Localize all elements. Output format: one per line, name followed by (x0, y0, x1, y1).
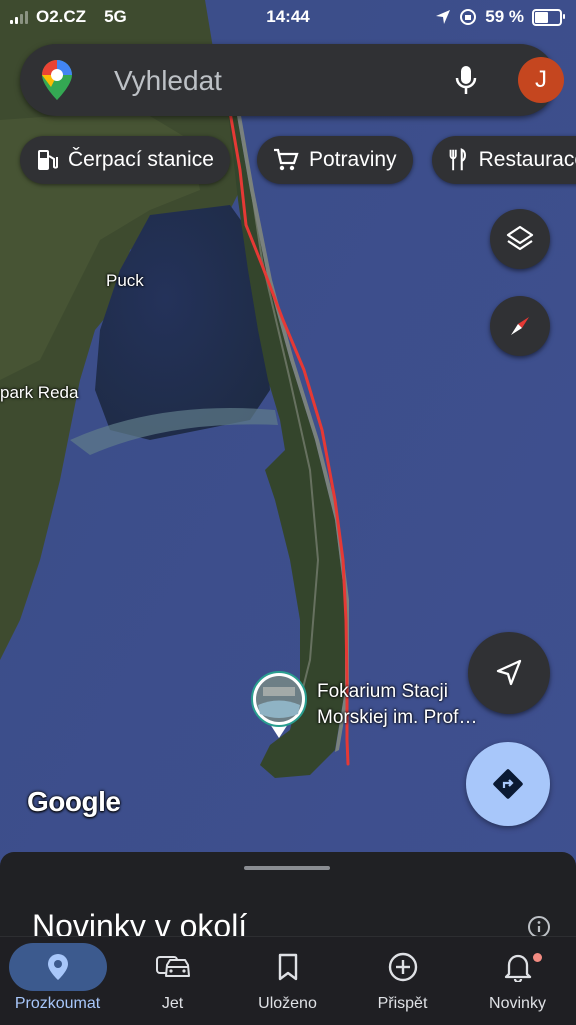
chip-label: Čerpací stanice (68, 148, 214, 171)
nav-explore[interactable]: Prozkoumat (0, 937, 115, 1025)
nav-saved[interactable]: Uloženo (230, 937, 345, 1025)
search-bar[interactable]: J (20, 44, 564, 116)
directions-button[interactable] (466, 742, 550, 826)
compass-button[interactable] (490, 296, 550, 356)
nav-go[interactable]: Jet (115, 937, 230, 1025)
restaurant-icon (449, 148, 466, 171)
compass-icon (511, 317, 529, 335)
nav-label: Jet (161, 995, 184, 1012)
account-avatar[interactable]: J (518, 57, 564, 103)
bookmark-icon (278, 953, 297, 981)
layers-icon (506, 225, 534, 251)
chip-gas-stations[interactable]: Čerpací stanice (20, 136, 230, 184)
google-maps-pin-icon (42, 60, 72, 100)
battery-percentage: 59 % (485, 7, 524, 26)
my-location-button[interactable] (468, 632, 550, 714)
nav-icon-container (8, 943, 107, 991)
google-logo: Google (27, 786, 121, 817)
navigation-arrow-icon (496, 659, 522, 686)
town-label-puck: Puck (106, 271, 144, 290)
rotation-lock-icon (460, 9, 477, 25)
gas-station-icon (38, 150, 58, 170)
nav-updates[interactable]: Novinky (460, 937, 575, 1025)
bell-icon (504, 954, 531, 982)
nav-label: Přispět (377, 995, 428, 1012)
poi-photo-pin[interactable] (250, 670, 308, 740)
nav-label: Novinky (489, 995, 546, 1012)
notification-badge (532, 953, 542, 962)
nav-icon-container (239, 943, 337, 991)
poi-name-line1: Fokarium Stacji (317, 681, 448, 702)
nav-label: Uloženo (258, 995, 317, 1012)
nav-icon-container (354, 943, 452, 991)
add-circle-icon (388, 952, 417, 982)
sheet-drag-handle[interactable] (244, 866, 330, 870)
chip-groceries[interactable]: Potraviny (257, 136, 413, 184)
nav-icon-container (124, 943, 222, 991)
location-arrow-icon (436, 10, 451, 24)
car-icon (155, 956, 190, 977)
pin-icon (47, 954, 68, 980)
battery-icon (532, 8, 565, 26)
poi-name-line2: Morskiej im. Prof… (317, 707, 478, 728)
bottom-navigation: Prozkoumat Jet Uloženo Přispět Novinky (0, 936, 576, 1025)
chip-label: Restaurace (478, 148, 576, 171)
cart-icon (274, 148, 299, 171)
map-layers-button[interactable] (490, 209, 550, 269)
directions-icon (493, 769, 523, 799)
nav-icon-container (469, 943, 567, 991)
chip-restaurants[interactable]: Restaurace (432, 136, 576, 184)
status-bar: O2.CZ 5G 14:44 59 % (0, 0, 576, 36)
microphone-icon[interactable] (454, 64, 478, 96)
poi-label[interactable]: Fokarium Stacji Morskiej im. Prof… (317, 679, 477, 731)
nav-contribute[interactable]: Přispět (345, 937, 460, 1025)
search-input[interactable] (112, 62, 436, 100)
chip-label: Potraviny (309, 148, 397, 171)
nav-label: Prozkoumat (14, 995, 101, 1012)
town-label-reda: park Reda (0, 383, 79, 402)
